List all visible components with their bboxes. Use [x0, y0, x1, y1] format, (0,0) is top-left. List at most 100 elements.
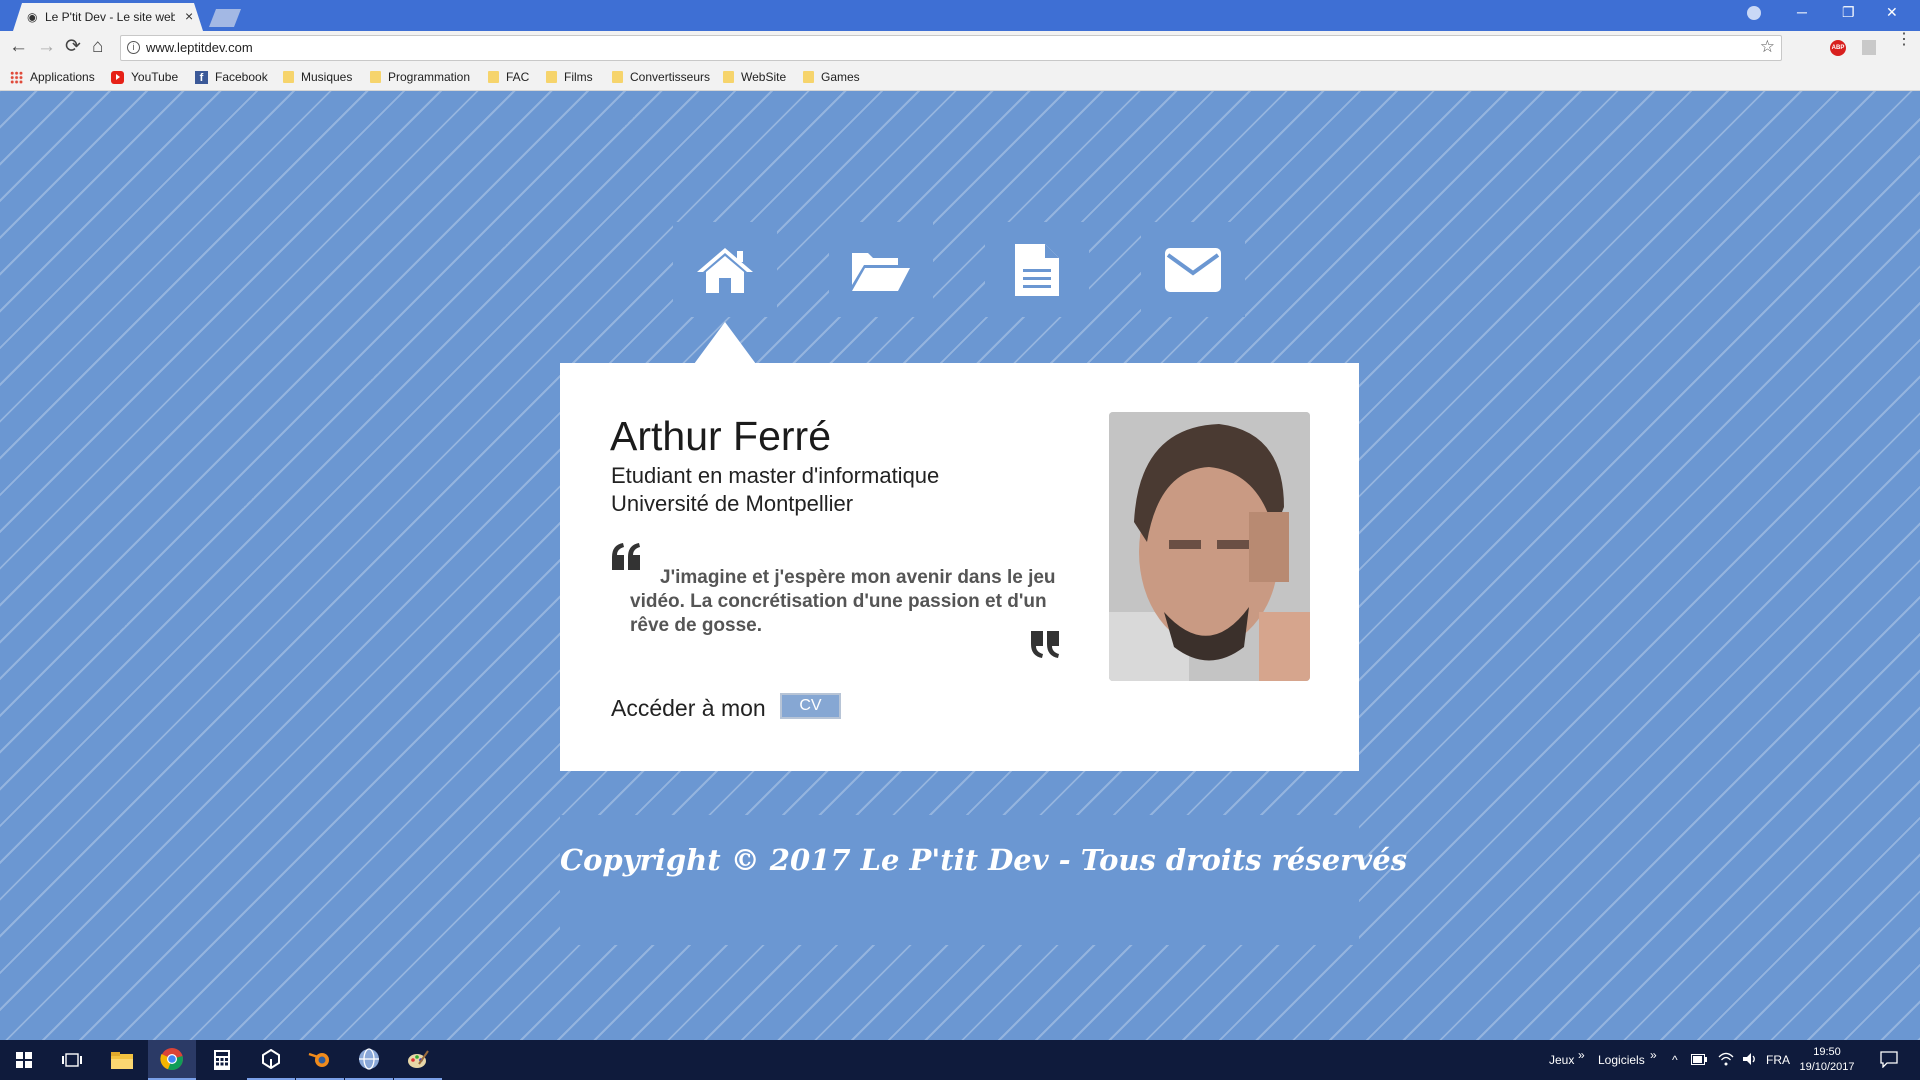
taskbar-calculator[interactable]	[198, 1040, 246, 1080]
tray-expand-icon[interactable]: ^	[1672, 1053, 1678, 1067]
taskbar-file-explorer[interactable]	[98, 1040, 146, 1080]
windows-taskbar: Jeux » Logiciels » ^ FRA 19:50 19/10/201…	[0, 1040, 1920, 1080]
bookmark-label: Games	[821, 70, 860, 84]
profile-card: Arthur Ferré Etudiant en master d'inform…	[560, 363, 1359, 771]
bookmark-facebook[interactable]: f Facebook	[195, 69, 268, 85]
profile-name: Arthur Ferré	[610, 413, 831, 459]
bookmark-website[interactable]: WebSite	[723, 69, 786, 85]
file-explorer-icon	[111, 1051, 133, 1069]
profile-degree: Etudiant en master d'informatique	[611, 463, 940, 488]
language-indicator[interactable]: FRA	[1766, 1053, 1790, 1067]
minimize-button[interactable]: ─	[1797, 4, 1807, 20]
start-button[interactable]	[0, 1040, 48, 1080]
reload-button[interactable]: ⟳	[65, 36, 81, 58]
clock-time: 19:50	[1813, 1046, 1841, 1058]
cv-access-label: Accéder à mon	[611, 695, 766, 721]
back-button[interactable]: ←	[9, 36, 28, 58]
info-icon[interactable]: i	[127, 41, 140, 54]
bookmark-films[interactable]: Films	[546, 69, 593, 85]
folder-icon	[723, 71, 734, 83]
windows-logo-icon	[16, 1052, 32, 1068]
paint-app-icon	[408, 1050, 429, 1068]
bookmark-label: Programmation	[388, 70, 471, 84]
bookmarks-bar: Applications YouTube f Facebook Musiques…	[0, 64, 1920, 91]
close-window-button[interactable]: ✕	[1886, 4, 1898, 21]
action-center-icon[interactable]	[1880, 1051, 1898, 1068]
bookmark-youtube[interactable]: YouTube	[111, 69, 178, 85]
nav-home[interactable]	[673, 222, 777, 317]
battery-icon[interactable]	[1691, 1054, 1707, 1065]
tab-title: Le P'tit Dev - Le site web	[45, 10, 175, 24]
apps-grid-icon	[10, 70, 23, 84]
bookmark-programmation[interactable]: Programmation	[370, 69, 470, 85]
folder-icon	[546, 71, 557, 83]
taskbar-app-paint[interactable]	[394, 1040, 442, 1080]
bookmark-fac[interactable]: FAC	[488, 69, 529, 85]
youtube-icon	[111, 70, 124, 84]
unity-icon	[262, 1049, 280, 1069]
chrome-icon	[160, 1048, 183, 1071]
folder-icon	[612, 71, 623, 83]
calculator-icon	[214, 1050, 230, 1070]
profile-portrait-image	[1109, 412, 1310, 681]
folder-open-icon	[852, 252, 910, 291]
toolbar-jeux[interactable]: Jeux	[1549, 1053, 1574, 1067]
folder-icon	[803, 71, 814, 83]
browser-tab[interactable]: ◉ Le P'tit Dev - Le site web ×	[13, 3, 203, 31]
wifi-icon[interactable]	[1718, 1052, 1734, 1066]
bookmark-label: FAC	[506, 70, 530, 84]
new-tab-button[interactable]	[209, 9, 241, 27]
bookmark-label: Musiques	[301, 70, 353, 84]
facebook-icon: f	[195, 70, 208, 84]
copyright-text: Copyright © 2017 Le P'tit Dev - Tous dro…	[560, 843, 1408, 877]
taskbar-blender[interactable]	[296, 1040, 344, 1080]
adblock-extension-icon[interactable]: ABP	[1830, 40, 1846, 56]
cv-button[interactable]: CV	[780, 693, 841, 719]
profile-quote: J'imagine et j'espère mon avenir dans le…	[630, 566, 1060, 638]
browser-titlebar: ◉ Le P'tit Dev - Le site web × ─ ❐ ✕	[0, 0, 1920, 31]
bookmark-convertisseurs[interactable]: Convertisseurs	[612, 69, 710, 85]
taskbar-app-globe[interactable]	[345, 1040, 393, 1080]
bookmark-label: Films	[564, 70, 593, 84]
bookmark-label: Applications	[30, 70, 95, 84]
nav-contact[interactable]	[1141, 222, 1245, 317]
volume-icon[interactable]	[1742, 1052, 1758, 1066]
folder-icon	[488, 71, 499, 83]
profile-university: Université de Montpellier	[611, 491, 854, 516]
document-icon	[1015, 243, 1059, 296]
quote-text: J'imagine et j'espère mon avenir dans le…	[630, 567, 1056, 636]
bookmark-label: WebSite	[741, 70, 787, 84]
browser-menu-icon[interactable]: ⋮	[1896, 32, 1912, 48]
bookmark-musiques[interactable]: Musiques	[283, 69, 352, 85]
taskbar-chrome[interactable]	[148, 1040, 196, 1080]
browser-toolbar: ← → ⟳ ⌂ i www.leptitdev.com ☆ ABP ⋮	[0, 31, 1920, 64]
profile-subtitle: Etudiant en master d'informatique Univer…	[611, 462, 939, 518]
tab-close-icon[interactable]: ×	[185, 8, 193, 24]
globe-app-icon	[359, 1048, 379, 1070]
home-button[interactable]: ⌂	[92, 36, 103, 58]
pdf-extension-icon[interactable]	[1862, 40, 1876, 55]
bookmark-star-icon[interactable]: ☆	[1760, 37, 1775, 57]
nav-cv[interactable]	[985, 222, 1089, 317]
url-text[interactable]: www.leptitdev.com	[146, 40, 253, 55]
restore-button[interactable]: ❐	[1842, 4, 1855, 21]
toolbar-logiciels[interactable]: Logiciels	[1598, 1053, 1645, 1067]
bookmark-applications[interactable]: Applications	[10, 69, 95, 85]
task-view-icon	[62, 1053, 82, 1067]
profile-icon[interactable]	[1747, 6, 1761, 20]
task-view-button[interactable]	[48, 1040, 96, 1080]
profile-photo	[1109, 412, 1310, 681]
clock-date: 19/10/2017	[1799, 1061, 1855, 1073]
forward-button[interactable]: →	[37, 36, 56, 58]
active-nav-pointer	[694, 322, 756, 364]
taskbar-clock[interactable]: 19:50 19/10/2017	[1795, 1045, 1859, 1075]
address-bar[interactable]: i www.leptitdev.com ☆	[120, 35, 1782, 61]
envelope-icon	[1165, 247, 1221, 292]
nav-portfolio[interactable]	[829, 222, 933, 317]
folder-icon	[283, 71, 294, 83]
chevron-icon: »	[1650, 1048, 1657, 1062]
bookmark-games[interactable]: Games	[803, 69, 860, 85]
taskbar-unity[interactable]	[247, 1040, 295, 1080]
folder-icon	[370, 71, 381, 83]
site-favicon-icon: ◉	[27, 10, 38, 24]
